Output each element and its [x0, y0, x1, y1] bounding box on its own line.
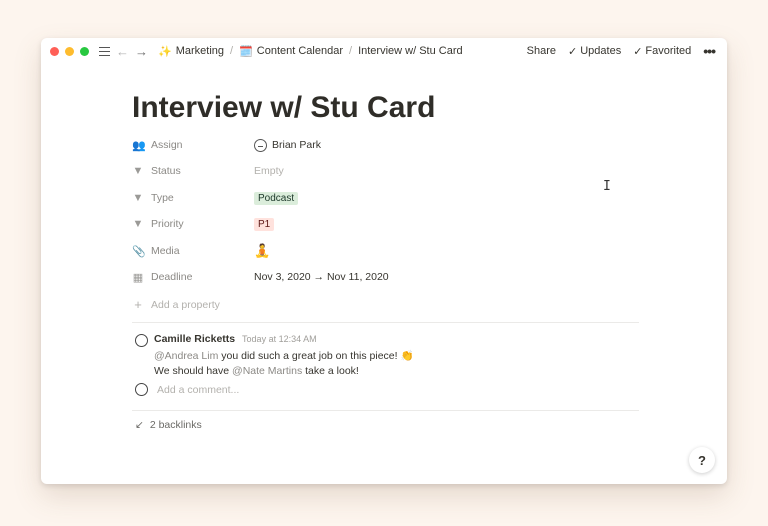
breadcrumb-marketing[interactable]: ✨ Marketing	[158, 45, 224, 58]
select-icon: ▼	[132, 218, 144, 230]
property-status[interactable]: ▼ Status Empty	[132, 161, 640, 181]
top-bar: ← → ✨ Marketing / 🗓️ Content Calendar / …	[41, 38, 727, 64]
backlinks-button[interactable]: ↙ 2 backlinks	[135, 419, 202, 431]
property-value[interactable]: P1	[254, 217, 275, 231]
window-controls	[50, 46, 89, 56]
breadcrumb-label: Interview w/ Stu Card	[358, 45, 463, 57]
breadcrumb-separator: /	[230, 45, 234, 57]
app-window: ← → ✨ Marketing / 🗓️ Content Calendar / …	[41, 38, 727, 484]
comment-author: Camille Ricketts	[154, 333, 236, 345]
sidebar-menu-icon[interactable]	[99, 46, 110, 56]
zoom-window-button[interactable]	[80, 46, 89, 56]
comment: Camille Ricketts Today at 12:34 AM @Andr…	[132, 333, 639, 378]
updates-button[interactable]: ✓ Updates	[568, 45, 621, 58]
share-label: Share	[526, 45, 556, 57]
avatar	[135, 383, 148, 396]
divider	[132, 410, 639, 411]
comment-text: take a look!	[302, 365, 359, 377]
avatar	[135, 334, 148, 347]
page-content: Interview w/ Stu Card 👥 Assign Brian Par…	[132, 90, 640, 431]
property-label: Type	[151, 192, 174, 204]
arrow-down-left-icon: ↙	[135, 419, 144, 431]
comment-line: @Andrea Lim you did such a great job on …	[154, 349, 639, 363]
add-comment-row[interactable]: Add a comment...	[132, 383, 239, 396]
breadcrumb: ✨ Marketing / 🗓️ Content Calendar / Inte…	[158, 45, 463, 58]
back-arrow-icon[interactable]: ←	[116, 45, 129, 58]
text-cursor-icon: I	[603, 179, 611, 194]
select-icon: ▼	[132, 165, 144, 177]
avatar	[254, 138, 267, 152]
property-assign[interactable]: 👥 Assign Brian Park	[132, 135, 640, 155]
select-icon: ▼	[132, 192, 144, 204]
breadcrumb-label: Marketing	[175, 45, 224, 57]
sparkles-icon: ✨	[158, 45, 172, 58]
property-type[interactable]: ▼ Type Podcast	[132, 188, 640, 208]
forward-arrow-icon[interactable]: →	[135, 45, 148, 58]
calendar-icon: 🗓️	[239, 45, 253, 58]
updates-label: Updates	[580, 45, 622, 57]
divider	[132, 322, 639, 323]
breadcrumb-content-calendar[interactable]: 🗓️ Content Calendar	[239, 45, 343, 58]
comment-timestamp: Today at 12:34 AM	[242, 334, 317, 344]
type-tag: Podcast	[254, 191, 299, 205]
property-value[interactable]: 🧘	[254, 243, 270, 259]
property-label: Media	[151, 245, 180, 257]
comment-line: We should have @Nate Martins take a look…	[154, 364, 639, 378]
property-label: Assign	[151, 139, 183, 151]
property-label: Deadline	[151, 271, 193, 283]
check-icon: ✓	[633, 45, 643, 58]
breadcrumb-separator: /	[349, 45, 353, 57]
top-actions: Share ✓ Updates ✓ Favorited •••	[527, 38, 716, 64]
mention-nate[interactable]: @Nate Martins	[232, 365, 302, 377]
mention-andrea[interactable]: @Andrea Lim	[154, 350, 218, 362]
paperclip-icon: 📎	[132, 245, 146, 258]
assignee-name: Brian Park	[272, 139, 322, 151]
more-options-icon[interactable]: •••	[703, 43, 716, 59]
breadcrumb-label: Content Calendar	[256, 45, 343, 57]
property-value[interactable]: Podcast	[254, 191, 299, 205]
person-icon: 👥	[132, 139, 146, 152]
property-media[interactable]: 📎 Media 🧘	[132, 241, 640, 261]
comment-body: Camille Ricketts Today at 12:34 AM @Andr…	[154, 333, 639, 378]
media-thumbnail-icon[interactable]: 🧘	[254, 243, 270, 259]
comment-text: you did such a great job on this piece! …	[218, 350, 414, 362]
plus-icon: +	[134, 297, 142, 312]
comment-header: Camille Ricketts Today at 12:34 AM	[154, 333, 639, 345]
property-name: ▼ Status	[132, 165, 254, 177]
share-button[interactable]: Share	[527, 45, 556, 57]
property-value[interactable]: Brian Park	[254, 138, 322, 152]
property-deadline[interactable]: ▦ Deadline Nov 3, 2020 → Nov 11, 2020	[132, 267, 640, 287]
property-name: ▦ Deadline	[132, 271, 254, 284]
calendar-icon: ▦	[132, 271, 144, 284]
add-property-button[interactable]: + Add a property	[132, 297, 220, 312]
favorited-label: Favorited	[645, 45, 692, 57]
property-label: Status	[151, 165, 181, 177]
property-name: 📎 Media	[132, 245, 254, 258]
property-name: 👥 Assign	[132, 139, 254, 152]
add-comment-input[interactable]: Add a comment...	[157, 384, 239, 396]
add-property-label: Add a property	[151, 298, 220, 311]
property-priority[interactable]: ▼ Priority P1	[132, 214, 640, 234]
backlinks-label: 2 backlinks	[149, 419, 202, 431]
page-title[interactable]: Interview w/ Stu Card	[132, 90, 640, 126]
close-window-button[interactable]	[50, 46, 59, 56]
property-value[interactable]: Nov 3, 2020 → Nov 11, 2020	[254, 271, 389, 283]
comment-text: We should have	[154, 365, 233, 377]
nav-controls: ← →	[99, 45, 148, 58]
property-label: Priority	[151, 218, 184, 230]
property-name: ▼ Priority	[132, 218, 254, 230]
check-icon: ✓	[568, 45, 578, 58]
priority-tag: P1	[254, 217, 275, 231]
minimize-window-button[interactable]	[65, 46, 74, 56]
favorited-button[interactable]: ✓ Favorited	[633, 45, 691, 58]
property-name: ▼ Type	[132, 192, 254, 204]
breadcrumb-current-page[interactable]: Interview w/ Stu Card	[358, 45, 463, 57]
help-button[interactable]: ?	[689, 447, 715, 473]
property-value[interactable]: Empty	[254, 165, 284, 177]
